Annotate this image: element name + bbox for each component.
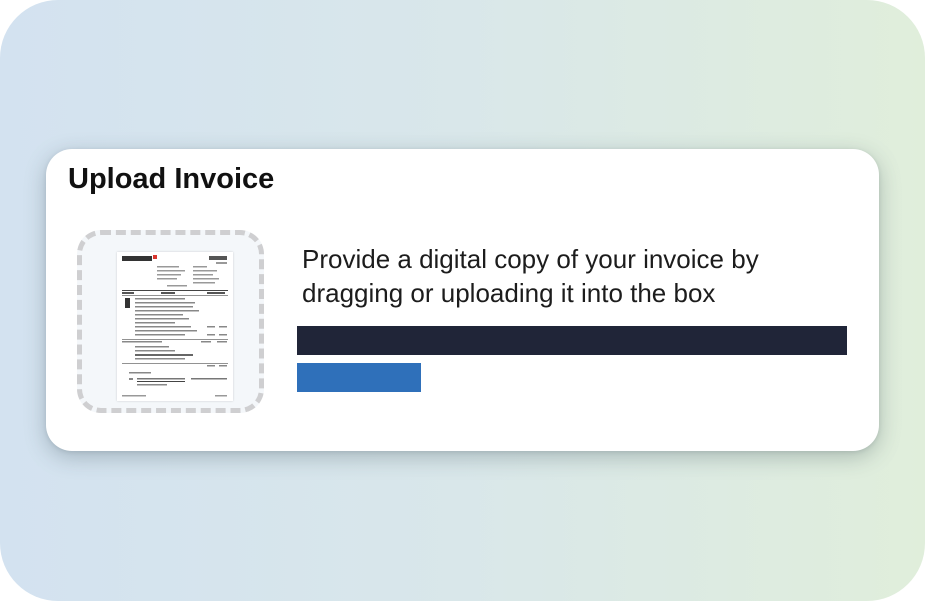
upload-instructions: Provide a digital copy of your invoice b… xyxy=(302,244,759,308)
upload-invoice-card: Upload Invoice Provide a digital copy of… xyxy=(46,149,879,451)
card-title: Upload Invoice xyxy=(68,163,275,195)
invoice-document-icon xyxy=(122,255,228,397)
upload-button[interactable] xyxy=(297,363,421,392)
invoice-preview-thumbnail xyxy=(117,252,233,401)
upload-progress-bar xyxy=(297,326,847,355)
page-background: Upload Invoice Provide a digital copy of… xyxy=(0,0,925,601)
invoice-dropzone[interactable] xyxy=(77,230,264,413)
